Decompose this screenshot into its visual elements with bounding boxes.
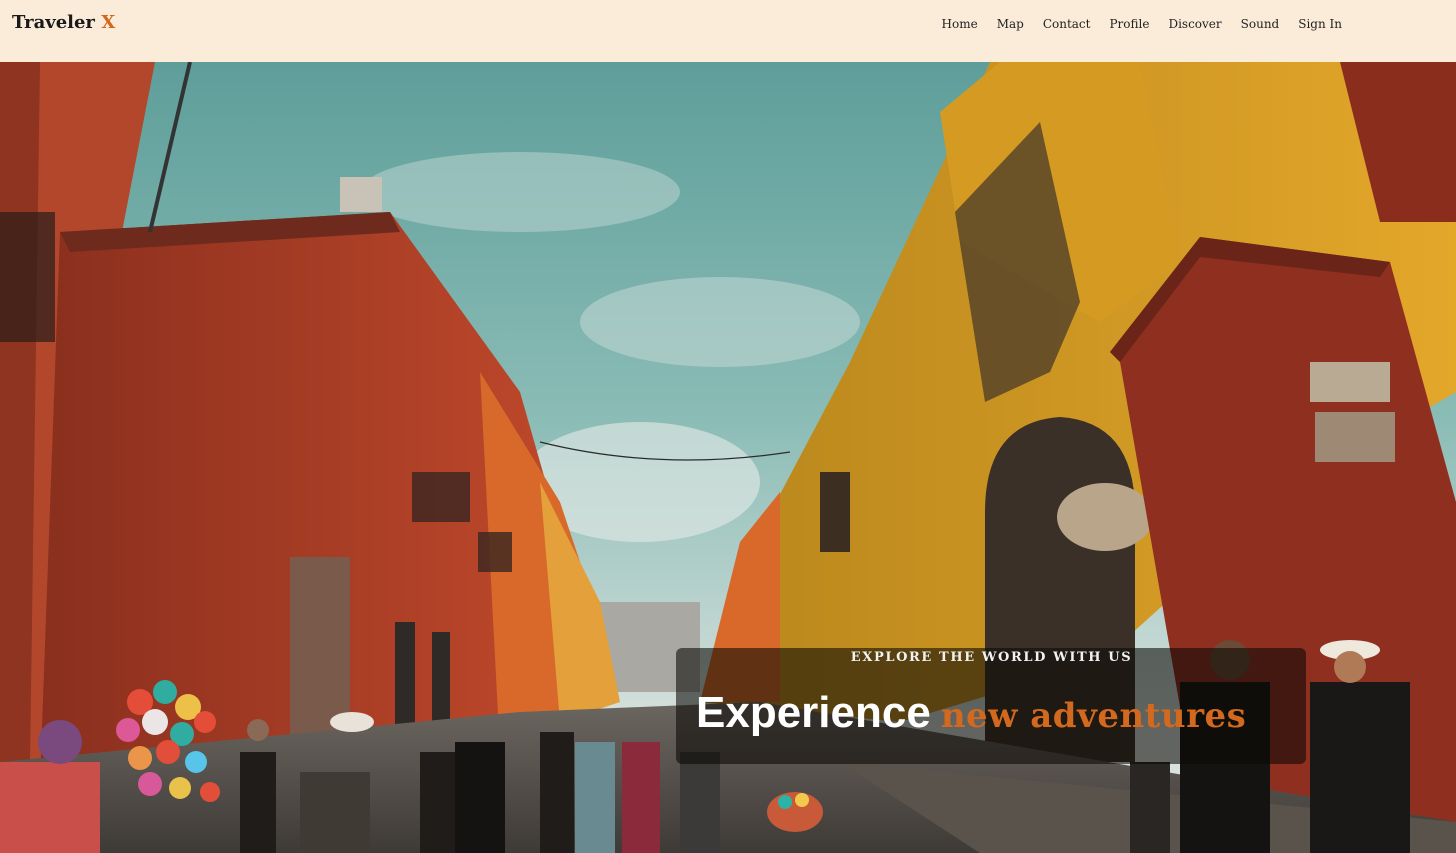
top-navbar: Traveler X Home Map Contact Profile Disc… xyxy=(0,0,1456,62)
nav-item-discover[interactable]: Discover xyxy=(1168,17,1221,31)
main-nav: Home Map Contact Profile Discover Sound … xyxy=(942,17,1342,31)
brand-accent-letter: X xyxy=(101,12,116,33)
nav-item-sign-in[interactable]: Sign In xyxy=(1298,17,1342,31)
nav-item-contact[interactable]: Contact xyxy=(1043,17,1091,31)
brand-logo[interactable]: Traveler X xyxy=(12,12,115,33)
nav-item-profile[interactable]: Profile xyxy=(1109,17,1149,31)
nav-item-sound[interactable]: Sound xyxy=(1241,17,1280,31)
hero-headline-accent: new adventures xyxy=(940,696,1247,736)
hero-headline: Experience new adventures xyxy=(696,688,1246,738)
nav-item-home[interactable]: Home xyxy=(942,17,978,31)
hero-tagline: EXPLORE THE WORLD WITH US xyxy=(850,650,1133,665)
nav-item-map[interactable]: Map xyxy=(997,17,1024,31)
hero-headline-main: Experience xyxy=(696,688,931,737)
brand-name: Traveler xyxy=(12,12,95,33)
